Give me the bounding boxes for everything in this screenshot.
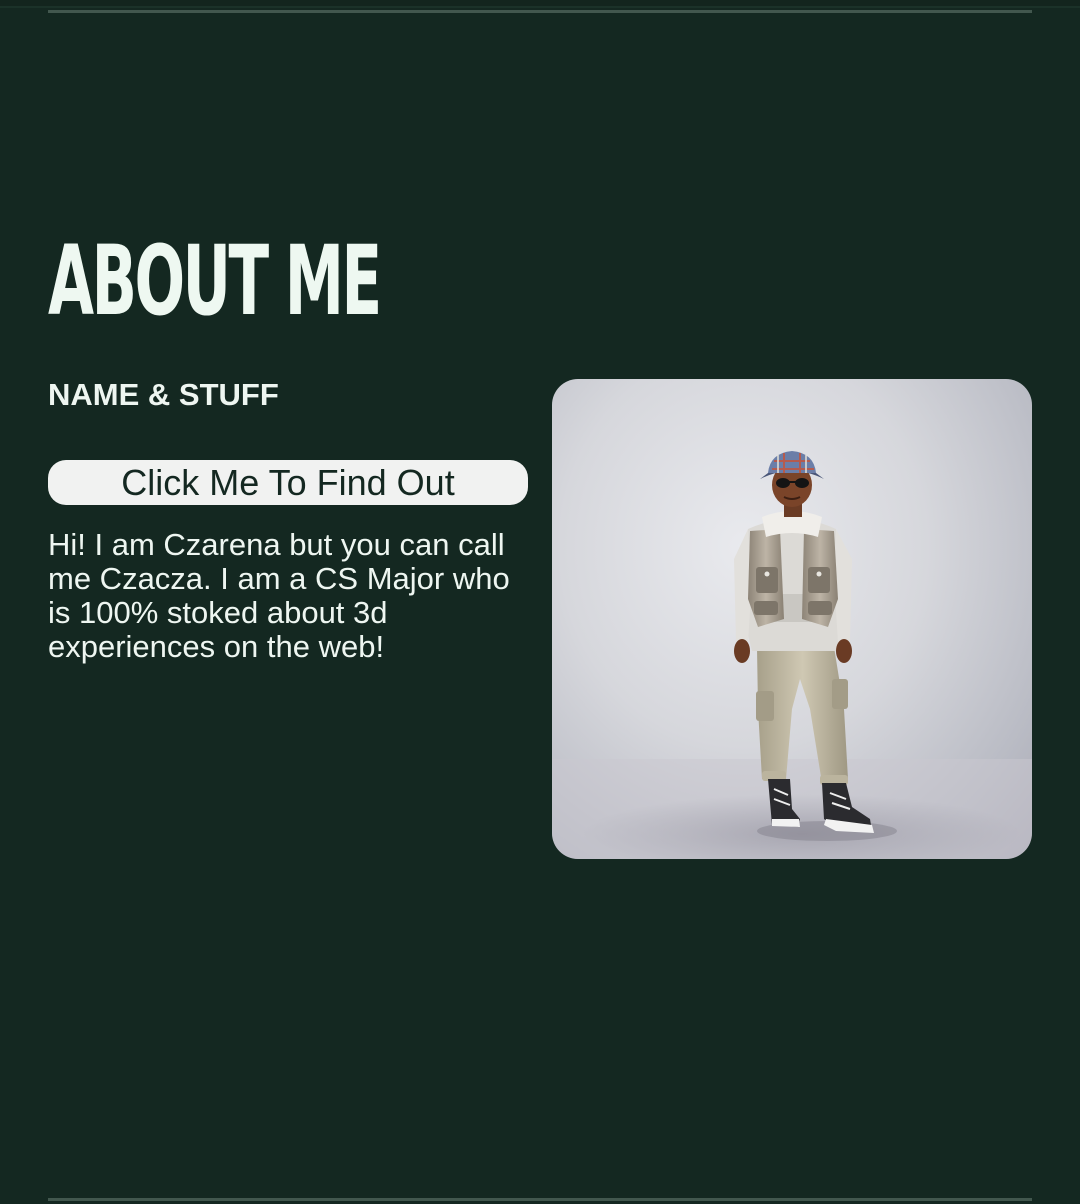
find-out-button[interactable]: Click Me To Find Out xyxy=(48,460,528,505)
top-divider xyxy=(48,10,1032,13)
avatar-illustration-icon xyxy=(552,451,1032,859)
bottom-divider xyxy=(48,1198,1032,1201)
subheading: NAME & STUFF xyxy=(48,377,279,412)
avatar-image xyxy=(552,379,1032,859)
section-title: ABOUT ME xyxy=(48,225,382,337)
top-strip xyxy=(0,0,1080,8)
bio-text: Hi! I am Czarena but you can call me Cza… xyxy=(48,527,510,664)
